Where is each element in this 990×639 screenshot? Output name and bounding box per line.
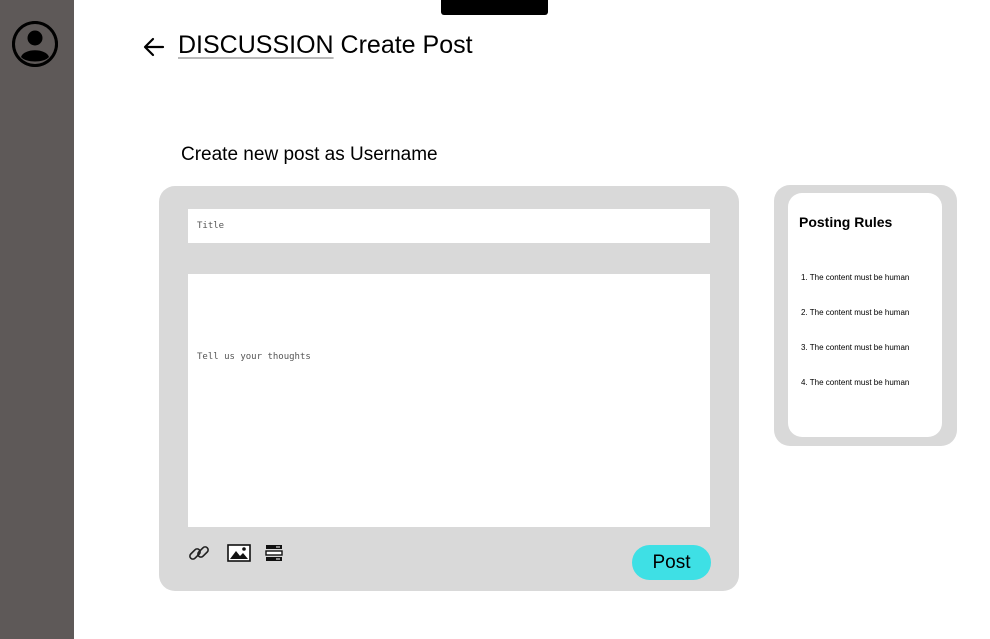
category-label[interactable]: DISCUSSION (178, 31, 334, 59)
top-notch (441, 0, 548, 15)
title-input[interactable] (188, 209, 710, 243)
posting-rules-card: Posting Rules 1. The content must be hum… (774, 185, 957, 446)
image-icon[interactable] (227, 544, 251, 562)
body-input[interactable] (188, 274, 710, 527)
rule-item: 1. The content must be human (801, 273, 910, 282)
posting-rules-panel: Posting Rules 1. The content must be hum… (788, 193, 942, 437)
rule-item: 3. The content must be human (801, 343, 910, 352)
rule-item: 2. The content must be human (801, 308, 910, 317)
avatar[interactable] (12, 21, 58, 67)
user-icon (12, 21, 58, 67)
rule-item: 4. The content must be human (801, 378, 910, 387)
page-title: DISCUSSION Create Post (178, 31, 473, 60)
back-arrow-icon[interactable] (142, 36, 166, 58)
composer-heading: Create new post as Username (181, 144, 438, 165)
post-button[interactable]: Post (632, 545, 711, 580)
posting-rules-title: Posting Rules (799, 214, 893, 230)
page-title-text: Create Post (340, 31, 473, 59)
sidebar (0, 0, 74, 639)
post-editor-card: Post (159, 186, 739, 591)
link-icon[interactable] (187, 541, 211, 565)
list-icon[interactable] (265, 544, 283, 562)
